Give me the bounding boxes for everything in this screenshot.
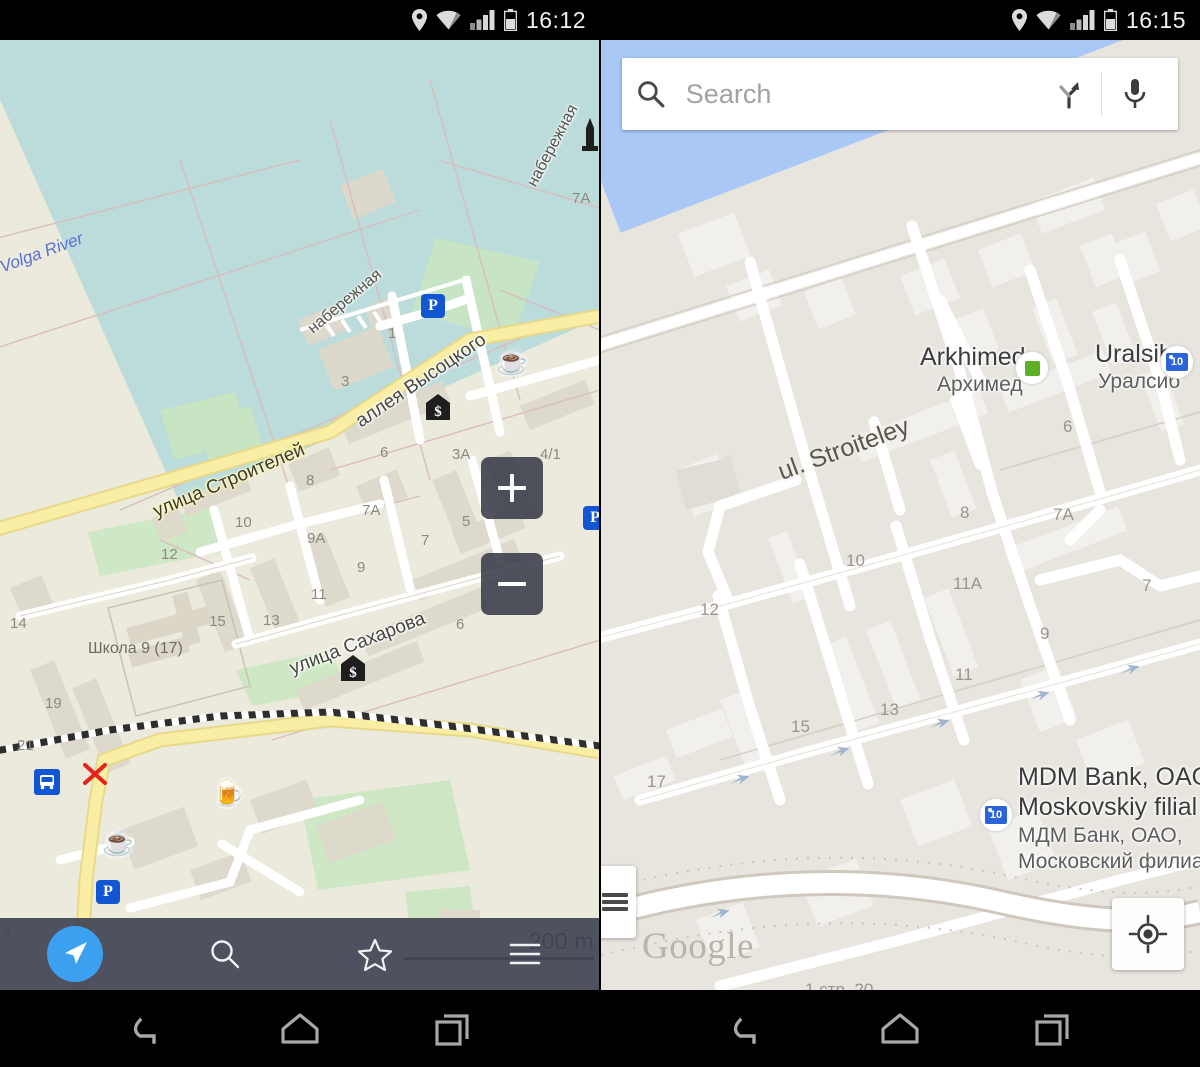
directions-fork-icon (1058, 82, 1079, 109)
map-vector-layer-right (600, 149, 1200, 990)
dual-phone-screenshot: 16:12 16:15 Volga River набережная набер… (0, 0, 1200, 1067)
wifi-icon (436, 10, 461, 30)
hamburger-menu-icon (602, 900, 628, 904)
home-icon (881, 1012, 919, 1044)
search-button[interactable] (150, 938, 300, 970)
directions-button[interactable] (1040, 65, 1098, 123)
map-menu-tab[interactable] (600, 866, 636, 938)
recents-icon (1035, 1013, 1069, 1046)
home-button[interactable] (255, 999, 345, 1059)
green-square-icon (1024, 360, 1040, 376)
cafe-icon[interactable]: ☕ (496, 348, 528, 374)
status-bar-clock: 16:15 (1125, 6, 1186, 33)
home-icon (281, 1012, 319, 1044)
search-bar[interactable] (622, 58, 1178, 130)
pane-divider (599, 0, 601, 990)
poi-marker-uralsib[interactable]: 10 (1160, 345, 1194, 379)
zoom-out-button[interactable] (481, 553, 543, 615)
status-bar-left: 16:12 (0, 0, 600, 40)
android-navigation-bar (0, 990, 1200, 1067)
level-crossing-icon (83, 763, 107, 785)
back-button[interactable] (102, 999, 192, 1059)
back-button[interactable] (702, 999, 792, 1059)
nav-group-right (600, 990, 1200, 1067)
bank-icon[interactable]: $ (341, 655, 365, 681)
bar-icon[interactable]: 🍺 (212, 780, 244, 806)
my-location-button[interactable] (0, 926, 150, 982)
menu-button[interactable] (450, 942, 600, 966)
search-icon (638, 81, 665, 108)
navigation-arrow-icon (47, 926, 103, 982)
svg-text:$: $ (349, 665, 357, 681)
location-pin-icon (1011, 9, 1027, 31)
monument-icon[interactable] (580, 118, 600, 152)
bank-icon[interactable]: $ (426, 394, 450, 420)
hamburger-menu-icon (602, 907, 628, 911)
status-bar-clock: 16:12 (525, 6, 586, 33)
hamburger-menu-icon (602, 893, 628, 897)
my-location-button[interactable] (1112, 898, 1184, 970)
back-arrow-icon (133, 1017, 156, 1044)
bank-marker-icon: 10 (985, 806, 1007, 824)
cell-signal-icon (1069, 10, 1095, 30)
recents-button[interactable] (408, 999, 498, 1059)
poi-marker-mdm-bank[interactable]: 10 (979, 798, 1013, 832)
search-input[interactable] (665, 78, 1040, 110)
cell-signal-icon (469, 10, 495, 30)
bus-stop-icon[interactable] (34, 769, 60, 795)
zoom-in-button[interactable] (481, 457, 543, 519)
bank-marker-icon: 10 (1166, 353, 1188, 371)
location-pin-icon (411, 9, 427, 31)
my-location-crosshair-icon (1128, 914, 1168, 954)
poi-marker-arkhimed[interactable] (1015, 351, 1049, 385)
home-button[interactable] (855, 999, 945, 1059)
star-icon (358, 938, 392, 971)
google-watermark: Google (642, 926, 754, 967)
svg-text:$: $ (434, 404, 442, 420)
microphone-icon (1124, 79, 1146, 108)
battery-icon (503, 9, 517, 31)
osmand-bottom-toolbar (0, 918, 600, 990)
wifi-icon (1036, 10, 1061, 30)
recents-icon (435, 1013, 469, 1046)
favorites-button[interactable] (300, 938, 450, 971)
parking-icon[interactable]: P (96, 880, 120, 904)
hamburger-menu-icon (509, 943, 541, 965)
battery-icon (1103, 9, 1117, 31)
back-arrow-icon (733, 1017, 756, 1044)
plus-icon (510, 474, 514, 502)
nav-group-left (0, 990, 600, 1067)
minus-icon (498, 582, 526, 586)
search-bar-divider (1101, 72, 1103, 116)
parking-icon[interactable]: P (421, 294, 445, 318)
search-icon (211, 940, 240, 969)
cafe-icon[interactable]: ☕ (102, 829, 134, 855)
google-maps-pane[interactable]: ul. Stroiteley Arkhimed Архимед Uralsib … (600, 40, 1200, 990)
parking-icon[interactable]: P (583, 506, 600, 530)
recents-button[interactable] (1008, 999, 1098, 1059)
status-bar-right: 16:15 (600, 0, 1200, 40)
osmand-map-pane[interactable]: Volga River набережная набережная аллея … (0, 40, 600, 990)
voice-search-button[interactable] (1106, 65, 1164, 123)
